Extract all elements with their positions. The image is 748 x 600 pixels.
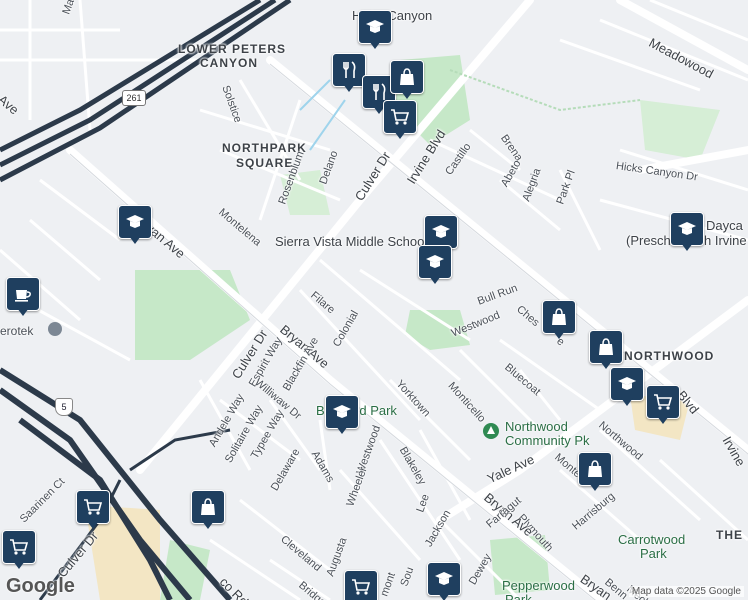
- shopping-bag-icon: [400, 68, 414, 85]
- area-the: THE: [716, 528, 743, 542]
- shopping-bag-pin[interactable]: [589, 330, 623, 372]
- poi-label-northwood-community-park[interactable]: Community Pk: [505, 433, 590, 448]
- shopping-cart-pin[interactable]: [76, 490, 110, 532]
- school-icon: [333, 405, 351, 418]
- poi-label-sierra-vista-middle-school[interactable]: Sierra Vista Middle School: [275, 234, 427, 249]
- poi-label-carrotwood-park[interactable]: Carrotwood: [618, 532, 685, 547]
- park-area: [640, 100, 720, 160]
- school-icon: [435, 572, 453, 585]
- school-icon: [432, 225, 450, 238]
- school-icon: [618, 377, 636, 390]
- area-northpark-square: SQUARE: [236, 156, 294, 170]
- poi-label-northwood-community-park[interactable]: Northwood: [505, 419, 568, 434]
- shopping-cart-pin[interactable]: [2, 530, 36, 572]
- park-area: [135, 270, 250, 360]
- shopping-cart-icon: [84, 499, 103, 515]
- shopping-bag-pin[interactable]: [578, 452, 612, 494]
- shopping-bag-pin[interactable]: [390, 60, 424, 102]
- restaurant-icon: [343, 61, 356, 78]
- restaurant-pin[interactable]: [332, 53, 366, 95]
- interstate-5-shield: 5: [55, 398, 73, 416]
- coffee-pin[interactable]: [6, 277, 40, 319]
- school-pin[interactable]: [118, 205, 152, 247]
- poi-label-daycare[interactable]: (Presch: [626, 233, 671, 248]
- shopping-cart-pin[interactable]: [383, 100, 417, 142]
- shopping-cart-icon: [654, 394, 673, 410]
- map-attribution[interactable]: Map data ©2025 Google: [628, 586, 744, 597]
- poi-label-carrotwood-park[interactable]: Park: [640, 546, 667, 561]
- shopping-bag-icon: [599, 338, 613, 355]
- shopping-bag-icon: [588, 460, 602, 477]
- area-northwood: NORTHWOOD: [624, 349, 715, 363]
- school-pin[interactable]: [427, 562, 461, 600]
- poi-label-daycare[interactable]: Dayca: [706, 218, 743, 233]
- shopping-bag-icon: [552, 308, 566, 325]
- shopping-bag-pin[interactable]: [542, 300, 576, 342]
- poi-label-daycare[interactable]: h Irvine: [704, 233, 747, 248]
- poi-label-verotek[interactable]: erotek: [0, 324, 33, 338]
- building-icon: [48, 322, 62, 336]
- shopping-cart-pin[interactable]: [344, 570, 378, 600]
- poi-label-pepperwood-park[interactable]: Pepperwood: [502, 578, 575, 593]
- map-canvas[interactable]: 261 5 LOWER PETERS CANYON NORTHPARK SQUA…: [0, 0, 748, 600]
- shopping-cart-pin[interactable]: [646, 385, 680, 427]
- school-icon: [678, 222, 696, 235]
- school-icon: [126, 215, 144, 228]
- area-lower-peters-canyon: LOWER PETERS: [178, 42, 287, 56]
- park-icon: [483, 423, 499, 439]
- shopping-bag-icon: [201, 498, 215, 515]
- google-logo: Google: [6, 575, 75, 597]
- shopping-cart-icon: [391, 109, 410, 125]
- shopping-cart-icon: [10, 539, 29, 555]
- shopping-bag-pin[interactable]: [191, 490, 225, 532]
- area-lower-peters-canyon: CANYON: [200, 56, 259, 70]
- school-pin[interactable]: [358, 10, 392, 52]
- coffee-icon: [15, 290, 31, 302]
- school-icon: [426, 255, 444, 268]
- highway-261-shield: 261: [122, 90, 146, 106]
- school-pin[interactable]: [670, 212, 704, 254]
- shopping-cart-icon: [352, 579, 371, 595]
- poi-label-pepperwood-park[interactable]: Park: [505, 592, 532, 600]
- school-pin[interactable]: [418, 245, 452, 287]
- school-pin[interactable]: [610, 367, 644, 409]
- school-icon: [366, 20, 384, 33]
- school-pin[interactable]: [325, 395, 359, 437]
